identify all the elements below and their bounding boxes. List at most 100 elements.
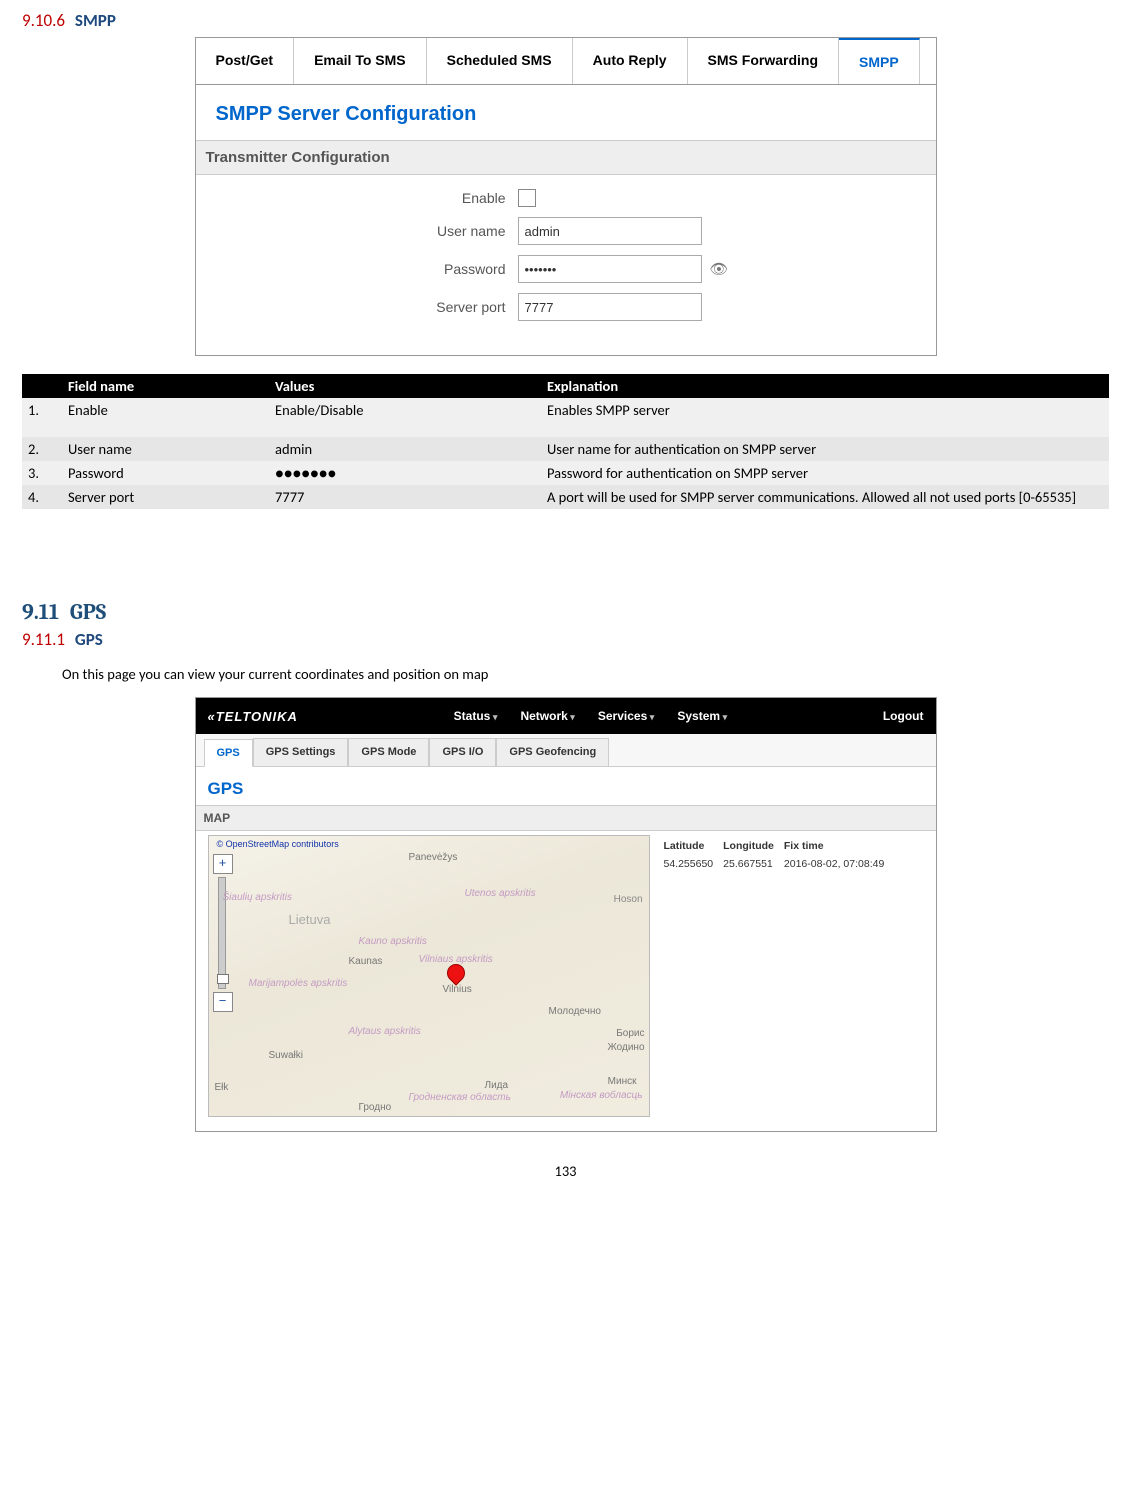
section-heading-9-11-1: 9.11.1 GPS <box>22 629 1109 650</box>
table-row: 1. Enable Enable/Disable Enables SMPP se… <box>22 398 1109 437</box>
cell-field: Server port <box>62 485 269 509</box>
logout-link[interactable]: Logout <box>883 709 924 723</box>
tab-post-get[interactable]: Post/Get <box>196 38 295 84</box>
zoom-out-button[interactable]: − <box>213 992 233 1012</box>
section-heading-9-11: 9.11 GPS <box>22 599 1109 625</box>
tab-email-to-sms[interactable]: Email To SMS <box>294 38 427 84</box>
cell-explanation: Enables SMPP server <box>541 398 1109 437</box>
coords-data-row: 54.255650 25.667551 2016-08-02, 07:08:49 <box>664 855 895 873</box>
cell-num: 3. <box>22 461 62 485</box>
menu-system[interactable]: System <box>677 709 727 723</box>
cell-num: 2. <box>22 437 62 461</box>
cell-longitude: 25.667551 <box>723 855 784 873</box>
menu-network[interactable]: Network <box>520 709 574 723</box>
tab-auto-reply[interactable]: Auto Reply <box>573 38 688 84</box>
section-title: SMPP <box>75 10 116 31</box>
map-label: Гродно <box>359 1102 392 1113</box>
map-label: Vilnius <box>443 984 472 995</box>
th-explanation: Explanation <box>541 374 1109 398</box>
map-label: Marijampolės apskritis <box>249 978 348 989</box>
password-label: Password <box>216 261 518 277</box>
map-label: Alytaus apskritis <box>349 1026 421 1037</box>
tab-gps-io[interactable]: GPS I/O <box>429 738 496 766</box>
row-password: Password 👁 <box>216 255 916 283</box>
serverport-label: Server port <box>216 299 518 315</box>
map-canvas[interactable]: © OpenStreetMap contributors + − Hoson P… <box>208 835 650 1117</box>
smpp-config-title: SMPP Server Configuration <box>216 103 916 126</box>
coords-header-row: Latitude Longitude Fix time <box>664 837 895 855</box>
page-number: 133 <box>22 1162 1109 1180</box>
map-label: Šiaulių apskritis <box>223 892 292 903</box>
map-label: Мінская вобласць <box>560 1090 643 1101</box>
section-title: GPS <box>70 599 106 625</box>
tab-scheduled-sms[interactable]: Scheduled SMS <box>427 38 573 84</box>
map-label: Kaunas <box>349 956 383 967</box>
enable-checkbox[interactable] <box>518 189 536 207</box>
table-row: 4. Server port 7777 A port will be used … <box>22 485 1109 509</box>
cell-explanation: A port will be used for SMPP server comm… <box>541 485 1109 509</box>
transmitter-config-heading: Transmitter Configuration <box>196 140 936 175</box>
table-header-row: Field name Values Explanation <box>22 374 1109 398</box>
top-navbar: «TELTONIKA Status Network Services Syste… <box>196 698 936 734</box>
password-visibility-icon[interactable]: 👁 <box>710 260 729 278</box>
map-label: Utenos apskritis <box>465 888 536 899</box>
tab-gps[interactable]: GPS <box>204 739 253 767</box>
coords-table-wrap: Latitude Longitude Fix time 54.255650 25… <box>664 837 895 1117</box>
map-label: Жодино <box>608 1042 645 1053</box>
map-label: Suwałki <box>269 1050 303 1061</box>
map-label: Лида <box>485 1080 509 1091</box>
cell-values: admin <box>269 437 541 461</box>
cell-values: ●●●●●●● <box>269 461 541 485</box>
zoom-in-button[interactable]: + <box>213 854 233 874</box>
tab-smpp[interactable]: SMPP <box>839 38 920 84</box>
tab-gps-mode[interactable]: GPS Mode <box>348 738 429 766</box>
th-longitude: Longitude <box>723 837 784 855</box>
map-heading: MAP <box>196 805 936 831</box>
map-label: Молодечно <box>549 1006 601 1017</box>
section-number: 9.11 <box>22 599 59 625</box>
map-label: Борис <box>616 1028 644 1039</box>
cell-field: Enable <box>62 398 269 437</box>
enable-label: Enable <box>216 190 518 206</box>
zoom-slider-handle[interactable] <box>217 974 229 984</box>
cell-num: 4. <box>22 485 62 509</box>
cell-num: 1. <box>22 398 62 437</box>
section-heading-9-10-6: 9.10.6 SMPP <box>22 10 1109 31</box>
cell-explanation: Password for authentication on SMPP serv… <box>541 461 1109 485</box>
table-row: 3. Password ●●●●●●● Password for authent… <box>22 461 1109 485</box>
map-label: Kauno apskritis <box>359 936 427 947</box>
tab-gps-geofencing[interactable]: GPS Geofencing <box>496 738 609 766</box>
gps-tabs: GPS GPS Settings GPS Mode GPS I/O GPS Ge… <box>196 734 936 767</box>
cell-latitude: 54.255650 <box>664 855 724 873</box>
coords-table: Latitude Longitude Fix time 54.255650 25… <box>664 837 895 873</box>
map-label: Vilniaus apskritis <box>419 954 493 965</box>
map-label: Минск <box>608 1076 637 1087</box>
smpp-tabs: Post/Get Email To SMS Scheduled SMS Auto… <box>196 38 936 85</box>
section-title: GPS <box>75 629 103 650</box>
map-label: Panevėžys <box>409 852 458 863</box>
fields-table: Field name Values Explanation 1. Enable … <box>22 374 1109 509</box>
map-label: Гродненская область <box>409 1092 511 1103</box>
password-input[interactable] <box>518 255 702 283</box>
section-number: 9.11.1 <box>22 629 65 650</box>
brand-logo: «TELTONIKA <box>208 709 298 724</box>
th-latitude: Latitude <box>664 837 724 855</box>
cell-field: User name <box>62 437 269 461</box>
menu-status[interactable]: Status <box>454 709 498 723</box>
menu-services[interactable]: Services <box>598 709 654 723</box>
cell-explanation: User name for authentication on SMPP ser… <box>541 437 1109 461</box>
serverport-input[interactable] <box>518 293 702 321</box>
smpp-screenshot: Post/Get Email To SMS Scheduled SMS Auto… <box>195 37 937 356</box>
map-label: Hoson <box>614 894 643 905</box>
gps-intro-paragraph: On this page you can view your current c… <box>62 665 1109 683</box>
username-input[interactable] <box>518 217 702 245</box>
gps-content: GPS MAP © OpenStreetMap contributors + −… <box>196 767 936 1131</box>
tab-gps-settings[interactable]: GPS Settings <box>253 738 349 766</box>
section-number: 9.10.6 <box>22 10 65 31</box>
top-menu: Status Network Services System <box>444 709 737 723</box>
gps-title: GPS <box>208 779 924 799</box>
map-row: © OpenStreetMap contributors + − Hoson P… <box>208 831 924 1117</box>
th-field-name: Field name <box>62 374 269 398</box>
tab-sms-forwarding[interactable]: SMS Forwarding <box>688 38 839 84</box>
map-label: Lietuva <box>289 912 331 927</box>
